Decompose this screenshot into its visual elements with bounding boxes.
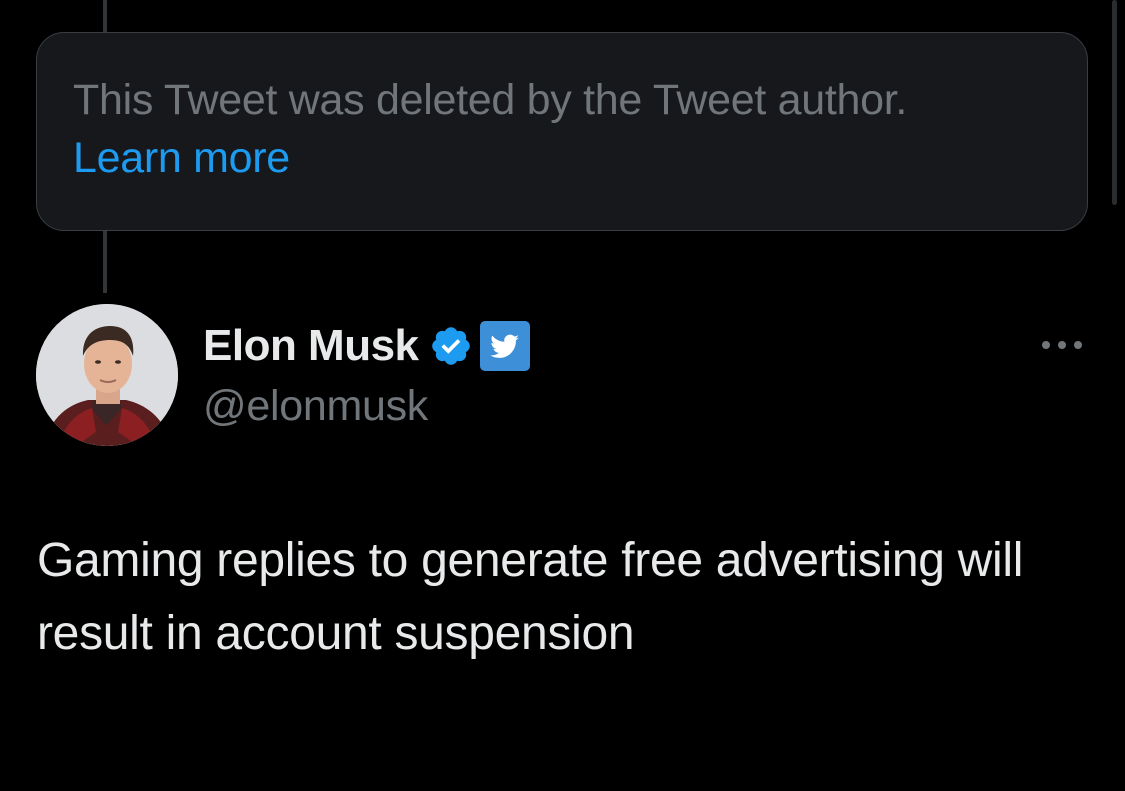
- avatar-photo-icon: [36, 304, 178, 446]
- author-name[interactable]: Elon Musk: [203, 318, 419, 374]
- twitter-bird-icon[interactable]: [479, 320, 531, 372]
- more-horizontal-icon[interactable]: [1036, 330, 1088, 360]
- deleted-tweet-notice: This Tweet was deleted by the Tweet auth…: [36, 32, 1088, 231]
- thread-connector-top: [103, 0, 107, 32]
- avatar[interactable]: [36, 304, 178, 446]
- deleted-notice-text: This Tweet was deleted by the Tweet auth…: [73, 76, 908, 124]
- author-handle[interactable]: @elonmusk: [203, 378, 428, 434]
- thread-connector-middle: [103, 231, 107, 293]
- author-name-row: Elon Musk: [203, 318, 531, 374]
- verified-badge-icon[interactable]: [429, 324, 473, 368]
- scrollbar[interactable]: [1112, 0, 1117, 205]
- tweet-text: Gaming replies to generate free advertis…: [37, 534, 1024, 660]
- learn-more-link[interactable]: Learn more: [73, 129, 290, 187]
